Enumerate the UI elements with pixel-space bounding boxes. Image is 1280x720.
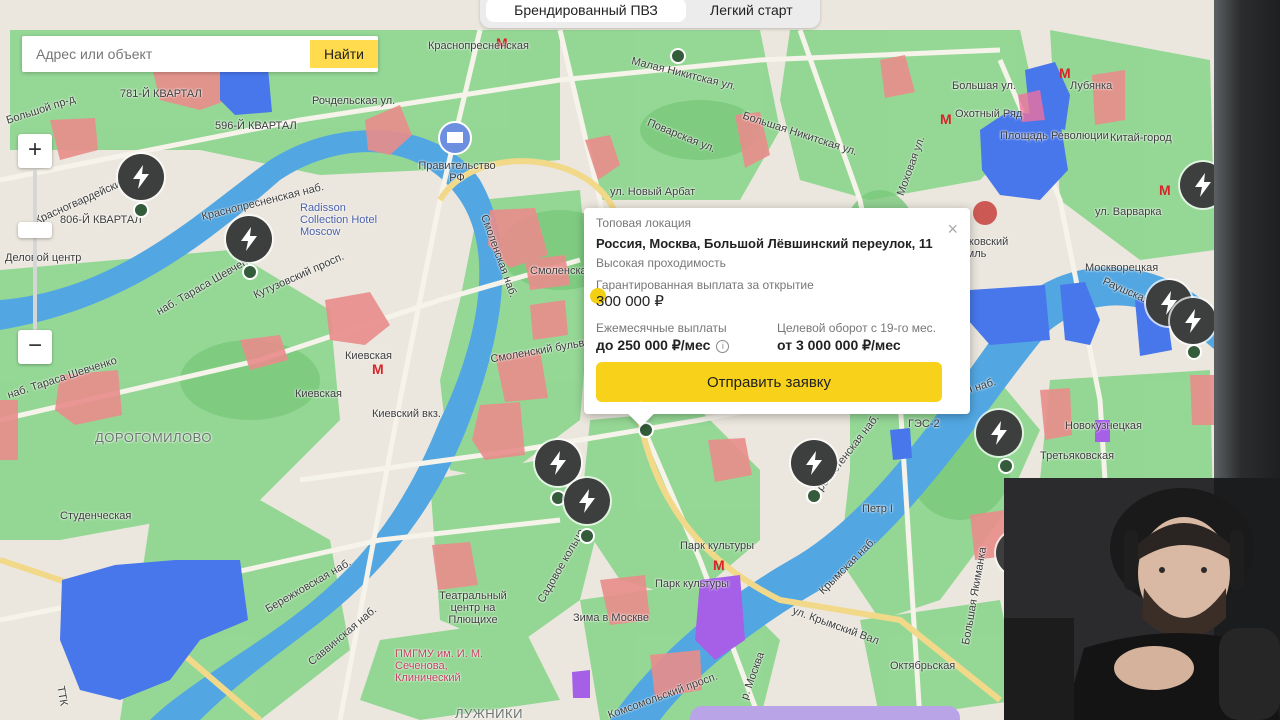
zoom-slider-track[interactable] [33, 170, 37, 330]
map-label: Краснопресненская [428, 40, 529, 52]
map-label: Киевский вкз. [372, 408, 441, 420]
map-label: Площадь Революции [1000, 130, 1109, 142]
zoom-in-button[interactable]: + [18, 134, 52, 168]
mode-tabs: Брендированный ПВЗ Легкий старт [480, 0, 820, 28]
submit-application-button[interactable]: Отправить заявку [596, 362, 942, 402]
guaranteed-value: 300 000 ₽ [596, 293, 664, 310]
bottom-banner [690, 706, 960, 720]
search-input[interactable] [22, 36, 308, 72]
map-label: Парк культуры [655, 578, 730, 590]
lightning-icon [241, 227, 257, 251]
lightning-icon [550, 451, 566, 475]
monthly-value-text: до 250 000 ₽/мес [596, 337, 711, 353]
map-label: Лубянка [1070, 80, 1113, 92]
map-label: Студенческая [60, 510, 132, 522]
popup-address: Россия, Москва, Большой Лёвшинский переу… [596, 236, 933, 251]
svg-text:M: M [372, 361, 384, 377]
pvz-pin[interactable] [564, 478, 610, 524]
pvz-pin[interactable] [791, 440, 837, 486]
popup-category: Топовая локация [596, 216, 692, 230]
map-label: ГЭС-2 [908, 418, 940, 430]
map-label: Петр I [862, 503, 893, 515]
location-popup: × Топовая локация Россия, Москва, Большо… [584, 208, 970, 414]
lightning-icon [133, 165, 149, 189]
info-icon[interactable]: i [716, 339, 730, 353]
search-bar: Найти [22, 36, 378, 72]
district-label: ЛУЖНИКИ [455, 706, 523, 720]
map-label: Деловой центр [5, 252, 82, 264]
map-label: Правительство РФ [418, 160, 496, 184]
pvz-pin[interactable] [118, 154, 164, 200]
tab-branded-pvz[interactable]: Брендированный ПВЗ [486, 0, 686, 22]
pvz-pin[interactable] [226, 216, 272, 262]
lightning-icon [1195, 173, 1211, 197]
map-label: Новокузнецкая [1065, 420, 1142, 432]
map-label: 596-Й КВАРТАЛ [215, 120, 297, 132]
monthly-value: до 250 000 ₽/мес i [596, 337, 730, 354]
search-button[interactable]: Найти [310, 40, 378, 68]
tab-easy-start[interactable]: Легкий старт [700, 0, 803, 22]
zoom-out-button[interactable]: − [18, 330, 52, 364]
svg-text:M: M [1059, 65, 1071, 81]
webcam-overlay [1004, 478, 1280, 720]
lightning-icon [806, 451, 822, 475]
map-label: Китай-город [1110, 132, 1172, 144]
lightning-icon [991, 421, 1007, 445]
map-label: Зима в Москве [573, 612, 649, 624]
turnover-label: Целевой оборот с 19-го мес. [777, 321, 936, 335]
pin-anchor [242, 264, 258, 280]
svg-text:M: M [713, 557, 725, 573]
pvz-pin[interactable] [535, 440, 581, 486]
map-label: ул. Новый Арбат [610, 186, 696, 198]
pin-anchor [1186, 344, 1202, 360]
map-label: 806-Й КВАРТАЛ [60, 214, 142, 226]
map-label: Большая ул. [952, 80, 1016, 92]
map-label: Рочдельская ул. [312, 95, 396, 107]
lightning-icon [579, 489, 595, 513]
map-label: Парк культуры [680, 540, 755, 552]
lightning-icon [1185, 309, 1201, 333]
map-label: Третьяковская [1040, 450, 1115, 462]
map-label: Москворецкая [1085, 262, 1159, 274]
map-label: Охотный Ряд [955, 108, 1023, 120]
hotel-label: Radisson Collection Hotel Moscow [300, 202, 378, 238]
pin-anchor [579, 528, 595, 544]
zoom-slider-handle[interactable] [18, 222, 52, 238]
turnover-value: от 3 000 000 ₽/мес [777, 337, 901, 353]
svg-text:M: M [940, 111, 952, 127]
popup-traffic: Высокая проходимость [596, 256, 726, 270]
pin-anchor [670, 48, 686, 64]
svg-text:M: M [1159, 182, 1171, 198]
pin-anchor [998, 458, 1014, 474]
district-label: ДОРОГОМИЛОВО [95, 430, 213, 445]
pvz-pin[interactable] [976, 410, 1022, 456]
map-label: 781-Й КВАРТАЛ [120, 88, 202, 100]
map-label: Театральный центр на Плющихе [439, 590, 507, 626]
map-label: Киевская [345, 350, 393, 362]
pin-anchor [133, 202, 149, 218]
map-label: ПМГМУ им. И. М. Сеченова, Клинический [395, 648, 484, 684]
close-icon[interactable]: × [947, 220, 958, 238]
map-label: Октябрьская [890, 660, 956, 672]
monthly-label: Ежемесячные выплаты [596, 321, 727, 335]
map-label: ул. Варварка [1095, 206, 1162, 218]
guaranteed-label: Гарантированная выплата за открытие [596, 278, 814, 292]
pvz-pin[interactable] [1170, 298, 1216, 344]
screen: M M M M M M Краснопресненская Большой пр… [0, 0, 1280, 720]
map-label: Киевская [295, 388, 343, 400]
pin-anchor [806, 488, 822, 504]
